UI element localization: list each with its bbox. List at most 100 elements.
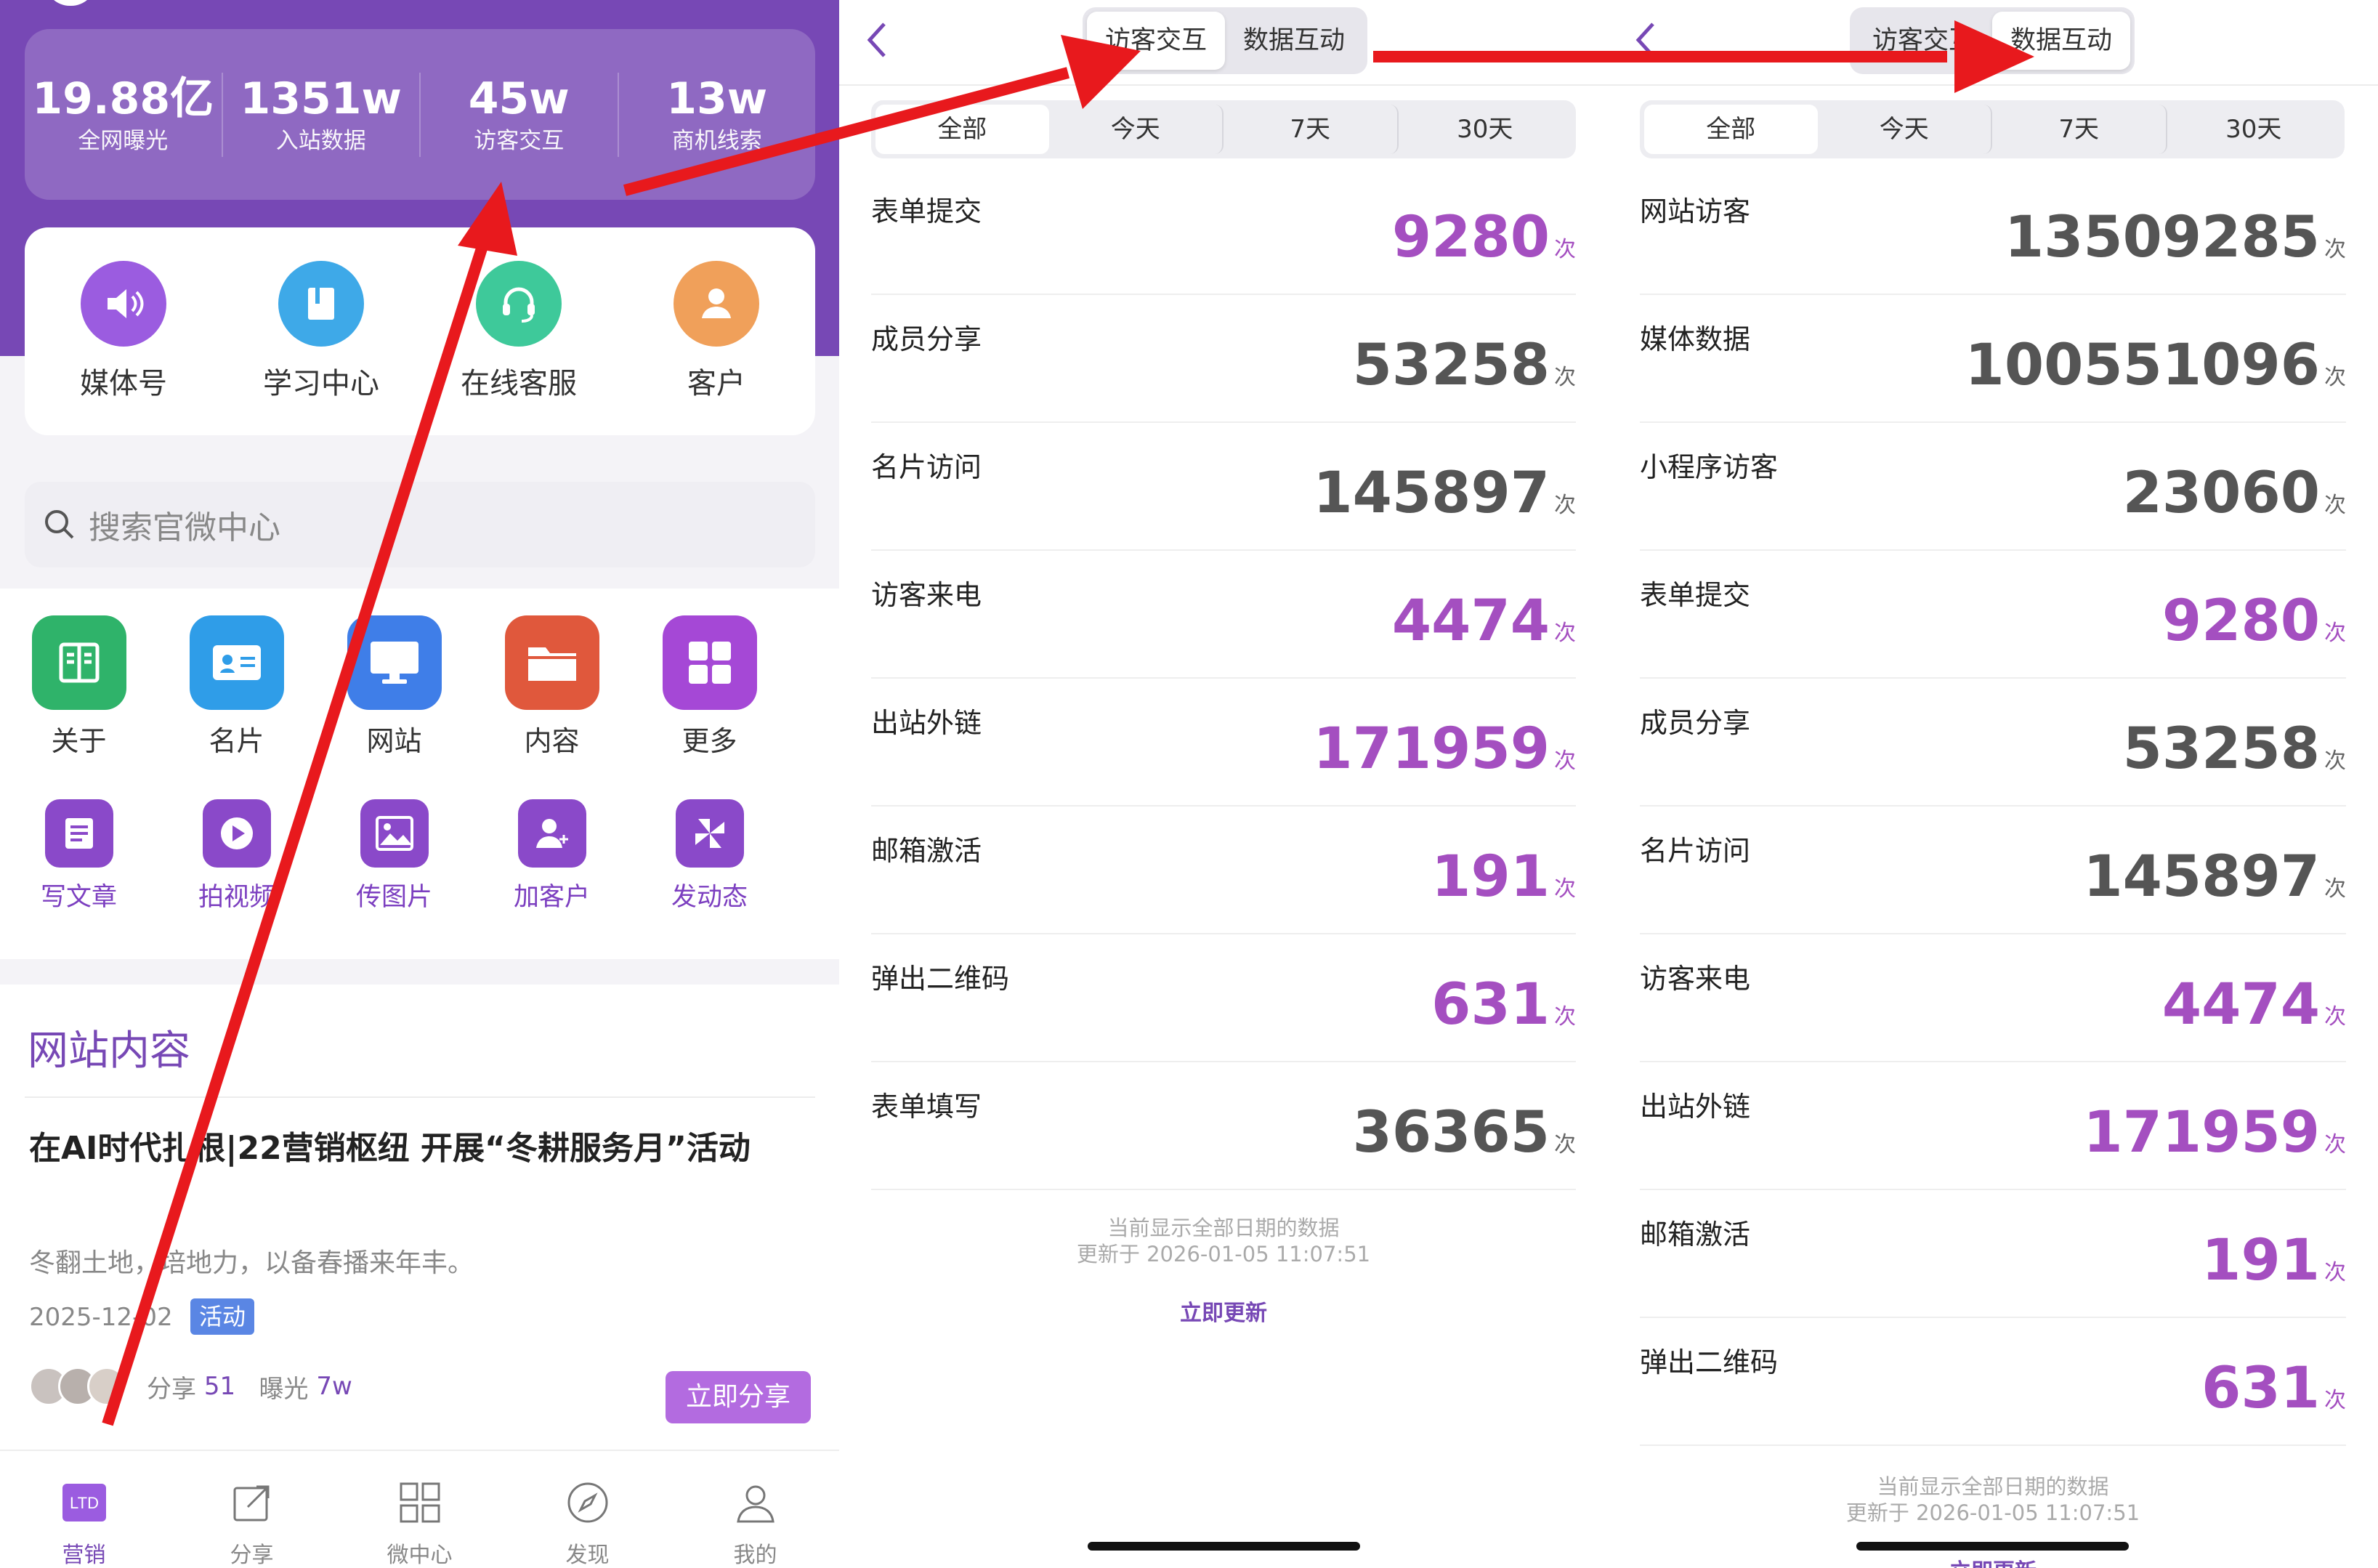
tab-label: 分享 — [230, 1543, 274, 1568]
tab-marketing[interactable]: LTD 营销 — [0, 1451, 168, 1568]
app-content[interactable]: 内容 — [473, 615, 631, 759]
metric-row: 邮箱激活 191 次 — [1640, 1190, 2346, 1318]
quick-customer[interactable]: 客户 — [618, 261, 815, 402]
metric-unit: 次 — [2324, 621, 2346, 646]
range-today[interactable]: 今天 — [1818, 105, 1992, 154]
stat-exposure[interactable]: 19.88亿 全网曝光 — [25, 72, 223, 157]
app-about[interactable]: 关于 — [0, 615, 158, 759]
exposure-count: 7w — [316, 1372, 352, 1401]
tab-discover[interactable]: 发现 — [503, 1451, 671, 1568]
app-more[interactable]: 更多 — [631, 615, 788, 759]
tab-visitor-interaction[interactable]: 访客交互 — [1087, 12, 1225, 70]
metric-unit: 次 — [2324, 1388, 2346, 1413]
app-card[interactable]: 名片 — [158, 615, 315, 759]
range-all[interactable]: 全部 — [1644, 105, 1818, 154]
range-today[interactable]: 今天 — [1049, 105, 1224, 154]
tab-visitor-interaction[interactable]: 访客交互 — [1854, 12, 1992, 70]
data-interaction-screen: 访客交互 数据互动 全部 今天 7天 30天 网站访客 13509285 次媒体数据… — [1608, 0, 2378, 1568]
tab-label: 发现 — [565, 1543, 610, 1568]
app-grid: 关于 名片 网站 内容 更多 写文章 拍视频 传图片 加客户 发动态 — [0, 589, 839, 959]
bottom-tab-bar: LTD 营销 分享 微中心 发现 我的 — [0, 1450, 839, 1568]
metric-label: 成员分享 — [1640, 707, 1751, 739]
metric-number: 631 — [2201, 1356, 2320, 1421]
stat-leads[interactable]: 13w 商机线索 — [619, 73, 816, 157]
quick-support[interactable]: 在线客服 — [420, 261, 618, 402]
grid-icon — [662, 615, 757, 710]
metric-number: 9280 — [2161, 589, 2320, 654]
range-30d[interactable]: 30天 — [1399, 105, 1572, 154]
quick-learning[interactable]: 学习中心 — [222, 261, 420, 402]
card-icon — [189, 615, 284, 710]
range-30d[interactable]: 30天 — [2167, 105, 2341, 154]
stat-value: 45w — [468, 73, 570, 124]
metric-row: 成员分享 53258 次 — [1640, 679, 2346, 807]
range-7d[interactable]: 7天 — [1224, 105, 1399, 154]
pinwheel-icon — [675, 799, 744, 868]
metric-number: 4474 — [2161, 972, 2320, 1038]
metric-label: 表单填写 — [871, 1091, 982, 1123]
divider — [25, 1096, 815, 1098]
metric-value: 36365 次 — [1353, 1100, 1576, 1165]
tab-label: 微中心 — [387, 1543, 453, 1568]
metric-unit: 次 — [1554, 493, 1576, 518]
stat-visitor[interactable]: 45w 访客交互 — [421, 72, 619, 157]
metric-row: 媒体数据 100551096 次 — [1640, 295, 2346, 423]
tab-mine[interactable]: 我的 — [671, 1451, 839, 1568]
back-button[interactable] — [855, 15, 899, 65]
range-7d[interactable]: 7天 — [1992, 105, 2167, 154]
tab-share[interactable]: 分享 — [168, 1451, 336, 1568]
metric-label: 弹出二维码 — [1640, 1346, 1779, 1378]
tool-write-article[interactable]: 写文章 — [0, 799, 158, 913]
update-now-link[interactable]: 立即更新 — [839, 1295, 1608, 1327]
metric-label: 成员分享 — [871, 323, 982, 355]
metric-number: 53258 — [2122, 716, 2320, 782]
metric-label: 访客来电 — [871, 579, 982, 611]
image-icon — [360, 799, 429, 868]
metric-unit: 次 — [2324, 365, 2346, 390]
chevron-left-icon — [867, 23, 886, 57]
metric-number: 53258 — [1352, 333, 1550, 398]
tab-data-interaction[interactable]: 数据互动 — [1992, 12, 2130, 70]
tool-upload-image[interactable]: 传图片 — [315, 799, 473, 913]
book-icon — [278, 261, 364, 347]
hero-avatar-edge — [45, 0, 96, 6]
range-all[interactable]: 全部 — [875, 105, 1049, 154]
metric-number: 100551096 — [1965, 333, 2320, 398]
metric-number: 191 — [1431, 844, 1550, 910]
search-input[interactable]: 搜索官微中心 — [25, 482, 815, 567]
tab-micro-center[interactable]: 微中心 — [336, 1451, 503, 1568]
article-title[interactable]: 在AI时代扎根|22营销枢纽 开展“冬耕服务月”活动 — [29, 1124, 806, 1173]
metric-value: 171959 次 — [1313, 716, 1576, 782]
metric-number: 171959 — [2083, 1100, 2320, 1165]
metric-value: 23060 次 — [2123, 461, 2346, 526]
metric-value: 191 次 — [1431, 844, 1576, 910]
quick-label: 媒体号 — [80, 367, 167, 400]
metric-number: 9280 — [1391, 205, 1550, 270]
metric-list: 表单提交 9280 次成员分享 53258 次名片访问 145897 次访客来电 4474 次出… — [839, 167, 1608, 1190]
section-title: 网站内容 — [28, 1027, 190, 1075]
tool-shoot-video[interactable]: 拍视频 — [158, 799, 315, 913]
app-website[interactable]: 网站 — [315, 615, 473, 759]
metric-label: 媒体数据 — [1640, 323, 1751, 355]
folder-icon — [504, 615, 599, 710]
share-now-button[interactable]: 立即分享 — [666, 1371, 811, 1423]
stat-inbound[interactable]: 1351w 入站数据 — [223, 72, 421, 157]
tab-data-interaction[interactable]: 数据互动 — [1225, 12, 1363, 70]
metric-number: 145897 — [1313, 461, 1550, 526]
back-button[interactable] — [1624, 15, 1667, 65]
quick-label: 客户 — [687, 367, 745, 400]
metric-row: 访客来电 4474 次 — [1640, 934, 2346, 1062]
search-placeholder: 搜索官微中心 — [89, 509, 280, 546]
chevron-left-icon — [1635, 23, 1654, 57]
footer-note: 当前显示全部日期的数据 — [1107, 1216, 1340, 1240]
stat-label: 访客交互 — [474, 127, 565, 154]
tool-add-customer[interactable]: 加客户 — [473, 799, 631, 913]
headset-icon — [476, 261, 562, 347]
metric-value: 53258 次 — [1353, 333, 1576, 398]
tool-post-moment[interactable]: 发动态 — [631, 799, 788, 913]
update-now-link[interactable]: 立即更新 — [1608, 1553, 2378, 1568]
date-range-tabs: 全部 今天 7天 30天 — [871, 100, 1576, 158]
quick-media[interactable]: 媒体号 — [25, 261, 222, 402]
profile-icon — [730, 1477, 781, 1528]
metric-list: 网站访客 13509285 次媒体数据 100551096 次小程序访客 23060 次表单… — [1608, 167, 2378, 1446]
